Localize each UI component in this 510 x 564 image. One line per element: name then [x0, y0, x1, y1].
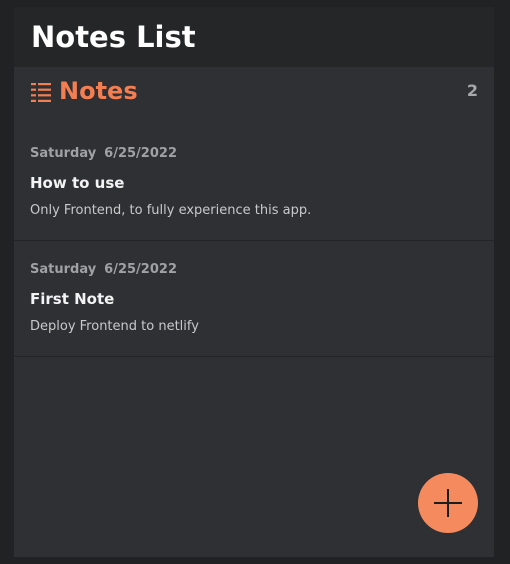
- note-title: How to use: [30, 174, 125, 192]
- notes-heading: Notes: [59, 77, 138, 105]
- page-title: Notes List: [31, 20, 196, 54]
- note-preview: Deploy Frontend to netlify: [30, 319, 199, 334]
- note-day: Saturday: [30, 146, 97, 161]
- notes-app: Notes List Notes 2 Saturday 6/25/2022 How…: [14, 7, 494, 557]
- notes-section-header: Notes 2: [14, 67, 494, 125]
- notes-count-badge: 2: [466, 81, 478, 100]
- note-date: Saturday 6/25/2022: [30, 145, 177, 163]
- note-date: Saturday 6/25/2022: [30, 261, 177, 279]
- plus-icon: [434, 489, 462, 517]
- note-list: Saturday 6/25/2022 How to use Only Fronte…: [14, 125, 494, 357]
- app-header: Notes List: [14, 7, 494, 67]
- note-item[interactable]: Saturday 6/25/2022 How to use Only Fronte…: [14, 125, 494, 241]
- add-note-button[interactable]: [418, 473, 478, 533]
- note-preview: Only Frontend, to fully experience this …: [30, 203, 312, 218]
- note-date-value: 6/25/2022: [104, 146, 177, 161]
- note-day: Saturday: [30, 262, 97, 277]
- list-icon: [31, 83, 51, 102]
- note-item[interactable]: Saturday 6/25/2022 First Note Deploy Fron…: [14, 241, 494, 357]
- note-date-value: 6/25/2022: [104, 262, 177, 277]
- note-title: First Note: [30, 290, 115, 308]
